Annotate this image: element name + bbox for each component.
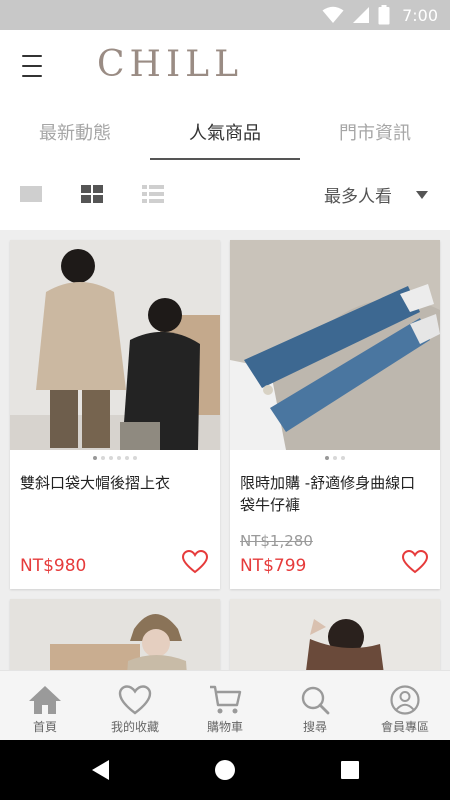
cart-icon <box>210 685 242 714</box>
sort-dropdown[interactable]: 最多人看 <box>324 182 428 207</box>
nav-member[interactable]: 會員專區 <box>360 671 450 740</box>
search-icon <box>301 686 330 715</box>
back-icon[interactable] <box>91 759 111 781</box>
sort-label: 最多人看 <box>324 187 392 207</box>
product-price: NT$980 <box>20 556 87 576</box>
product-image[interactable] <box>10 240 220 450</box>
nav-search[interactable]: 搜尋 <box>270 671 360 740</box>
single-column-view-icon[interactable] <box>20 184 42 204</box>
nav-label: 搜尋 <box>302 720 327 734</box>
tab-store-info[interactable]: 門市資訊 <box>300 104 450 160</box>
status-time: 7:00 <box>402 5 438 25</box>
tab-latest-news[interactable]: 最新動態 <box>0 104 150 160</box>
favorite-heart-icon[interactable] <box>402 550 428 574</box>
product-card[interactable] <box>230 599 440 670</box>
battery-icon <box>378 5 390 25</box>
wifi-icon <box>322 6 344 23</box>
bottom-navigation: 首頁 我的收藏 購物車 搜尋 會員專區 <box>0 670 450 740</box>
grid-view-icon[interactable] <box>81 184 103 204</box>
tab-popular-products[interactable]: 人氣商品 <box>150 104 300 160</box>
status-bar: 7:00 <box>0 0 450 30</box>
image-pager-dots <box>10 456 220 460</box>
hamburger-menu-icon[interactable] <box>22 55 48 77</box>
product-image[interactable] <box>230 599 440 670</box>
nav-label: 我的收藏 <box>110 720 159 734</box>
product-card[interactable]: 限時加購 -舒適修身曲線口袋牛仔褲 NT$1,280 NT$799 <box>230 240 440 589</box>
nav-cart[interactable]: 購物車 <box>180 671 270 740</box>
nav-home[interactable]: 首頁 <box>0 671 90 740</box>
home-icon <box>29 686 61 714</box>
tab-bar: 最新動態 人氣商品 門市資訊 <box>0 104 450 160</box>
product-card[interactable]: 雙斜口袋大帽後摺上衣 NT$980 <box>10 240 220 589</box>
product-title: 雙斜口袋大帽後摺上衣 <box>20 474 171 492</box>
product-grid: 雙斜口袋大帽後摺上衣 NT$980 限時加購 -舒適修身曲線口袋牛仔褲 NT$1… <box>0 230 450 670</box>
heart-icon <box>118 685 152 715</box>
nav-favorites[interactable]: 我的收藏 <box>90 671 180 740</box>
app-header: CHILL <box>0 30 450 104</box>
signal-icon <box>353 7 370 23</box>
product-image[interactable] <box>230 240 440 450</box>
recents-icon[interactable] <box>340 759 360 781</box>
favorite-heart-icon[interactable] <box>182 550 208 574</box>
product-title: 限時加購 -舒適修身曲線口袋牛仔褲 <box>240 474 416 514</box>
view-toolbar: 最多人看 <box>0 160 450 230</box>
nav-label: 會員專區 <box>380 720 429 734</box>
product-card[interactable] <box>10 599 220 670</box>
app-screen: 7:00 CHILL 最新動態 人氣商品 門市資訊 最多人看 雙斜口袋大帽後摺上… <box>0 0 450 800</box>
brand-logo: CHILL <box>97 44 243 85</box>
product-image[interactable] <box>10 599 220 670</box>
user-icon <box>390 685 420 715</box>
home-circle-icon[interactable] <box>214 759 236 781</box>
dropdown-arrow-icon <box>416 190 428 199</box>
product-original-price: NT$1,280 <box>240 532 313 550</box>
nav-label: 購物車 <box>206 720 243 734</box>
product-price: NT$799 <box>240 556 307 576</box>
system-navigation-bar <box>0 740 450 800</box>
image-pager-dots <box>230 456 440 460</box>
list-view-icon[interactable] <box>142 184 164 204</box>
nav-label: 首頁 <box>32 720 57 734</box>
